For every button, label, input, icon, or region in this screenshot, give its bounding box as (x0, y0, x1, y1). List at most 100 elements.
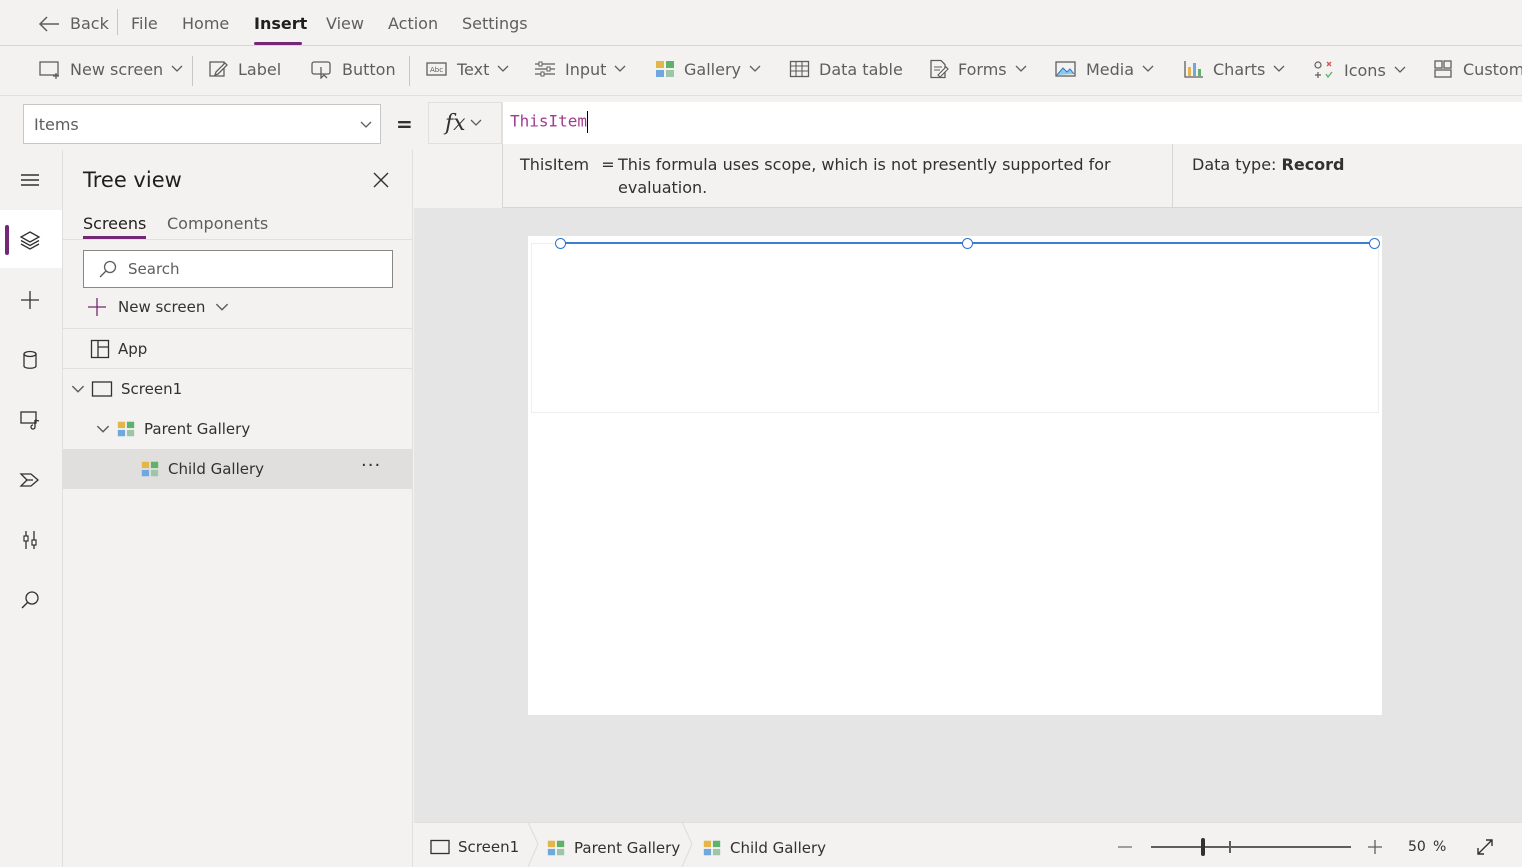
intellisense-description: ThisItem = This formula uses scope, whic… (520, 155, 1138, 199)
tree-node-app[interactable]: App (63, 329, 413, 369)
chevron-down-icon (216, 303, 229, 311)
resize-handle-left[interactable] (555, 238, 566, 249)
button-icon (311, 61, 331, 79)
hamburger-menu-icon[interactable] (18, 168, 42, 192)
chevron-down-icon (171, 65, 183, 72)
intellisense-message: This formula uses scope, which is not pr… (618, 155, 1111, 197)
gallery-icon (656, 61, 674, 77)
menu-file[interactable]: File (131, 14, 158, 33)
zoom-out-button[interactable] (1118, 846, 1132, 848)
breadcrumb-label: Child Gallery (730, 839, 827, 857)
fit-to-window-icon[interactable] (1475, 837, 1495, 857)
arrow-left-icon (38, 15, 59, 32)
new-screen-icon (39, 61, 59, 79)
plus-insert-icon[interactable] (18, 288, 42, 312)
text-input-icon: Abc (426, 62, 447, 76)
tab-screens[interactable]: Screens (83, 214, 146, 233)
media-button[interactable]: Media (1054, 59, 1154, 79)
text-button[interactable]: Abc Text (425, 59, 509, 79)
chevron-down-icon (1394, 66, 1406, 73)
back-label: Back (70, 14, 109, 33)
menu-settings[interactable]: Settings (462, 14, 528, 33)
resize-handle-right[interactable] (1369, 238, 1380, 249)
gallery-icon (703, 840, 721, 856)
zoom-unit: % (1433, 839, 1447, 855)
tree-search-input[interactable]: Search (83, 250, 393, 288)
input-label: Input (565, 59, 607, 79)
media-label: Media (1086, 59, 1135, 79)
more-options-button[interactable]: ··· (361, 455, 381, 476)
media-library-icon[interactable] (18, 408, 42, 432)
tab-components[interactable]: Components (167, 214, 268, 233)
tree-new-screen-label: New screen (118, 298, 206, 316)
form-icon (930, 59, 949, 79)
property-dropdown[interactable]: Items (23, 104, 381, 144)
fx-button[interactable]: fx (428, 102, 502, 144)
new-screen-label: New screen (70, 59, 164, 79)
search-icon (99, 260, 117, 278)
breadcrumb-screen1[interactable]: Screen1 (430, 838, 519, 856)
zoom-in-icon[interactable] (1367, 839, 1383, 855)
tree-node-screen1[interactable]: Screen1 (63, 369, 413, 409)
formula-input[interactable]: ThisItem (502, 102, 1522, 144)
tree-node-child-gallery[interactable]: Child Gallery ··· (63, 449, 413, 489)
new-screen-button[interactable]: New screen (38, 59, 183, 79)
data-table-button[interactable]: Data table (789, 59, 903, 79)
zoom-slider[interactable] (1151, 846, 1351, 848)
search-placeholder: Search (128, 260, 180, 278)
datatype-value: Record (1281, 155, 1345, 174)
input-button[interactable]: Input (533, 59, 626, 79)
layers-tree-view-icon[interactable] (18, 228, 42, 252)
icons-gallery-icon (1314, 61, 1333, 79)
chevron-down-icon[interactable] (71, 385, 85, 394)
label-button[interactable]: Label (208, 59, 281, 79)
database-icon[interactable] (18, 348, 42, 372)
toolbar-divider (192, 56, 193, 86)
icons-label: Icons (1344, 60, 1386, 80)
zoom-slider-thumb[interactable] (1201, 838, 1205, 856)
button-label: Button (342, 59, 396, 79)
tree-node-label: Parent Gallery (144, 420, 251, 438)
tree-node-label: Child Gallery (168, 460, 265, 478)
charts-button[interactable]: Charts (1183, 59, 1285, 79)
breadcrumb-child-gallery[interactable]: Child Gallery (702, 838, 826, 858)
advanced-tools-icon[interactable] (18, 528, 42, 552)
menu-action[interactable]: Action (388, 14, 438, 33)
intellisense-equals: = (601, 155, 615, 174)
chevron-down-icon[interactable] (96, 425, 110, 434)
screen-icon (91, 381, 113, 397)
menu-insert[interactable]: Insert (254, 14, 307, 33)
search-icon[interactable] (18, 588, 42, 612)
text-label: Text (457, 59, 490, 79)
zoom-default-tick (1229, 841, 1231, 853)
menu-active-indicator (254, 42, 302, 45)
tree-node-label: App (118, 340, 148, 358)
forms-button[interactable]: Forms (928, 59, 1027, 79)
menu-divider (117, 9, 118, 35)
breadcrumb-parent-gallery[interactable]: Parent Gallery (546, 838, 680, 858)
back-button[interactable]: Back (38, 14, 109, 33)
chevron-down-icon (1015, 65, 1027, 72)
menu-home[interactable]: Home (182, 14, 229, 33)
intellisense-term: ThisItem (520, 155, 590, 174)
power-automate-icon[interactable] (18, 468, 42, 492)
gallery-icon (141, 461, 159, 477)
parent-gallery-template[interactable] (531, 243, 1379, 413)
icons-button[interactable]: Icons (1312, 59, 1406, 81)
tree-node-parent-gallery[interactable]: Parent Gallery (63, 409, 413, 449)
resize-handle-middle[interactable] (962, 238, 973, 249)
breadcrumb-separator-icon (527, 822, 539, 867)
menu-view[interactable]: View (326, 14, 364, 33)
button-button[interactable]: Button (310, 59, 396, 79)
tree-view-title: Tree view (83, 168, 182, 192)
close-icon[interactable] (371, 170, 391, 190)
insert-toolbar: New screen Label Button Abc Text Input G… (0, 46, 1522, 96)
tree-new-screen-button[interactable]: New screen (86, 296, 229, 318)
breadcrumb-label: Parent Gallery (574, 839, 681, 857)
gallery-button[interactable]: Gallery (654, 59, 761, 79)
bar-chart-icon (1184, 61, 1203, 78)
rail-active-indicator (5, 225, 9, 255)
chevron-down-icon (497, 65, 509, 72)
custom-button[interactable]: Custom (1433, 59, 1522, 79)
input-sliders-icon (535, 61, 555, 77)
